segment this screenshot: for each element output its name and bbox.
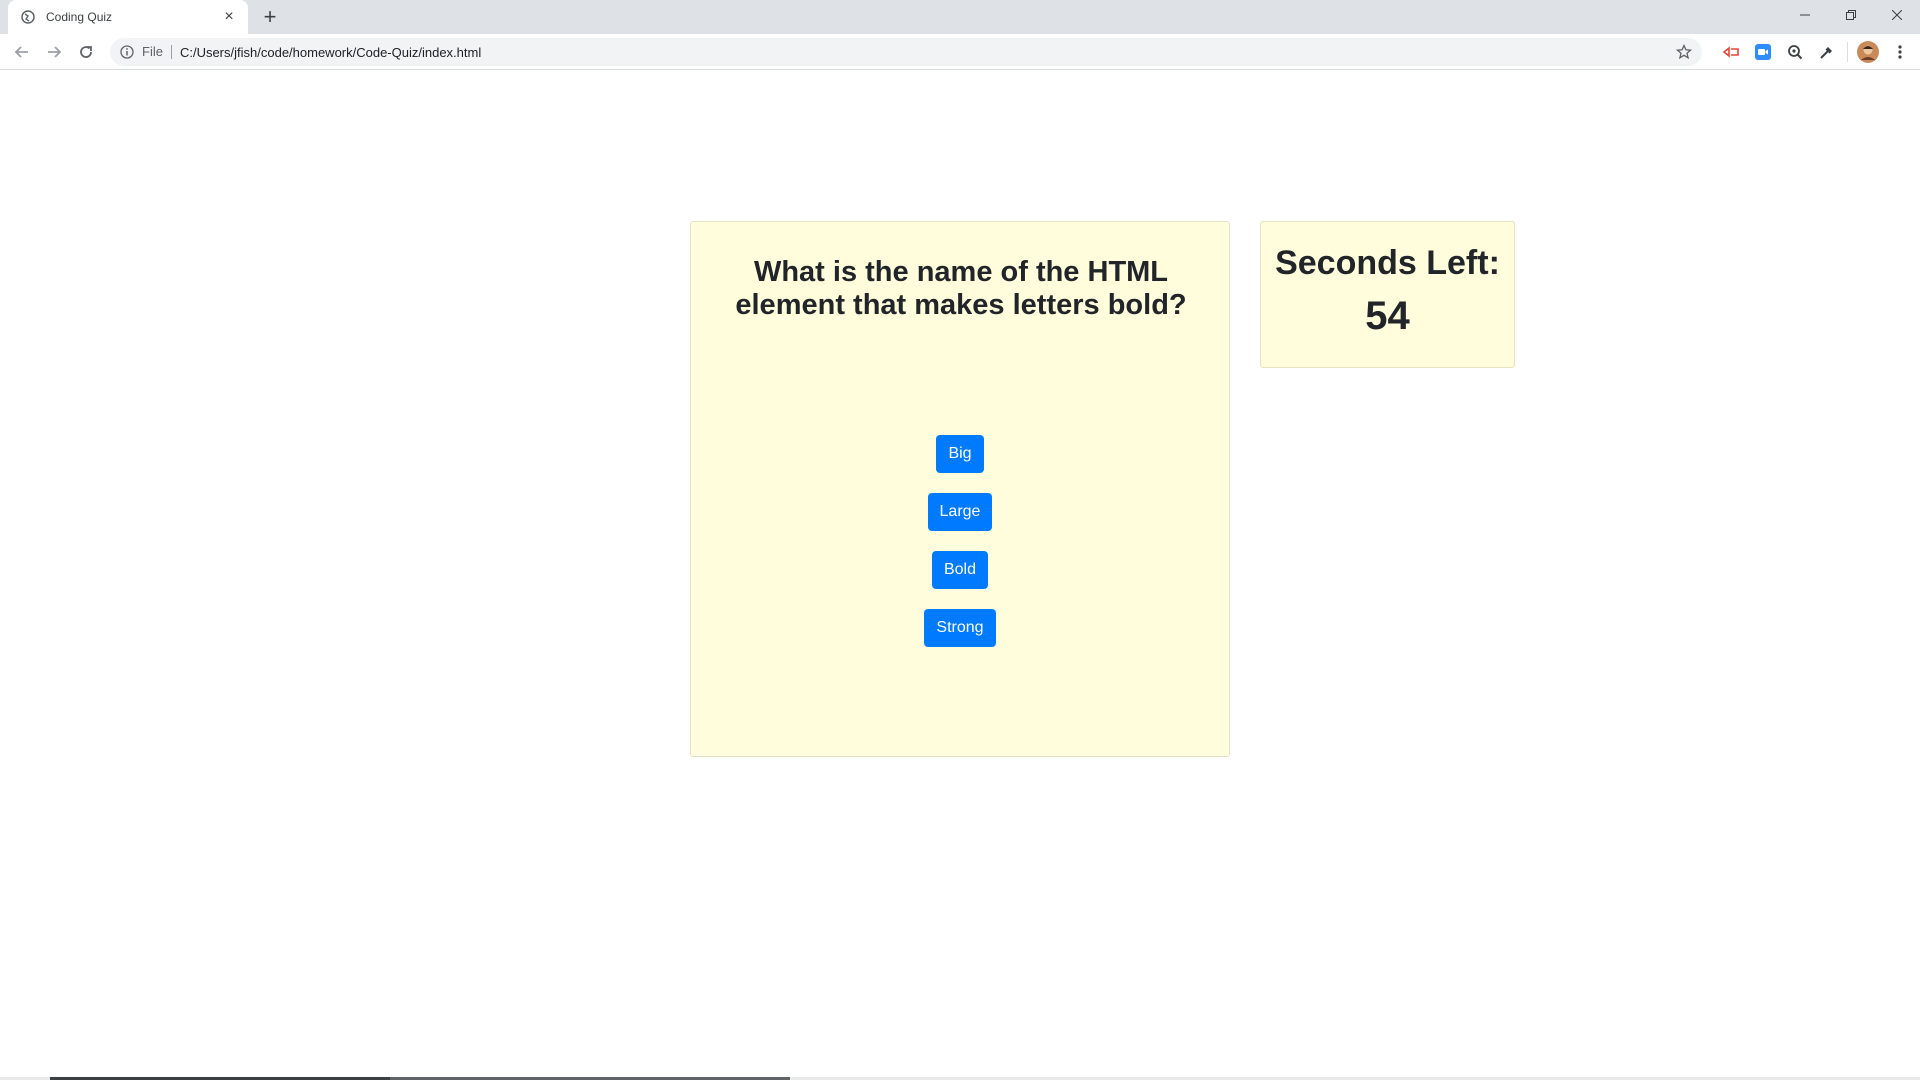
eyedropper-icon[interactable] — [1811, 38, 1843, 66]
url-text[interactable]: C:/Users/jfish/code/homework/Code-Quiz/i… — [180, 45, 1670, 60]
back-arrow-icon[interactable] — [6, 38, 38, 66]
menu-kebab-icon[interactable] — [1884, 38, 1916, 66]
globe-icon — [20, 9, 36, 25]
browser-tab[interactable]: Coding Quiz × — [8, 0, 248, 34]
answer-choices: Big Large Bold Strong — [691, 435, 1229, 667]
answer-button-strong[interactable]: Strong — [924, 609, 996, 647]
answer-button-large[interactable]: Large — [927, 493, 993, 531]
timer-card: Seconds Left: 54 — [1260, 221, 1515, 368]
cast-icon[interactable] — [1715, 38, 1747, 66]
minimize-icon[interactable] — [1782, 0, 1828, 30]
tab-strip: Coding Quiz × + — [0, 0, 1920, 34]
extensions-area — [1715, 34, 1920, 70]
avatar[interactable] — [1852, 38, 1884, 66]
forward-arrow-icon[interactable] — [38, 38, 70, 66]
window-controls — [1782, 0, 1920, 30]
new-tab-button[interactable]: + — [258, 4, 282, 29]
question-text: What is the name of the HTML element tha… — [735, 256, 1187, 321]
close-icon[interactable] — [1874, 0, 1920, 30]
reload-icon[interactable] — [70, 38, 102, 66]
question-card: What is the name of the HTML element tha… — [690, 221, 1230, 757]
bookmark-star-icon[interactable] — [1670, 38, 1698, 66]
answer-button-bold[interactable]: Bold — [931, 551, 989, 589]
timer-label: Seconds Left: — [1275, 244, 1500, 282]
tab-title: Coding Quiz — [46, 10, 113, 24]
info-icon[interactable] — [118, 43, 136, 61]
address-bar[interactable]: File C:/Users/jfish/code/homework/Code-Q… — [110, 38, 1702, 66]
url-scheme-label: File — [142, 45, 172, 59]
zoom-icon[interactable] — [1747, 38, 1779, 66]
restore-icon[interactable] — [1828, 0, 1874, 30]
tab-close-icon[interactable]: × — [220, 8, 238, 26]
answer-button-big[interactable]: Big — [936, 435, 984, 473]
timer-value: 54 — [1365, 294, 1410, 338]
browser-toolbar: File C:/Users/jfish/code/homework/Code-Q… — [0, 34, 1920, 70]
toolbar-divider — [1847, 42, 1848, 62]
magnifier-icon[interactable] — [1779, 38, 1811, 66]
